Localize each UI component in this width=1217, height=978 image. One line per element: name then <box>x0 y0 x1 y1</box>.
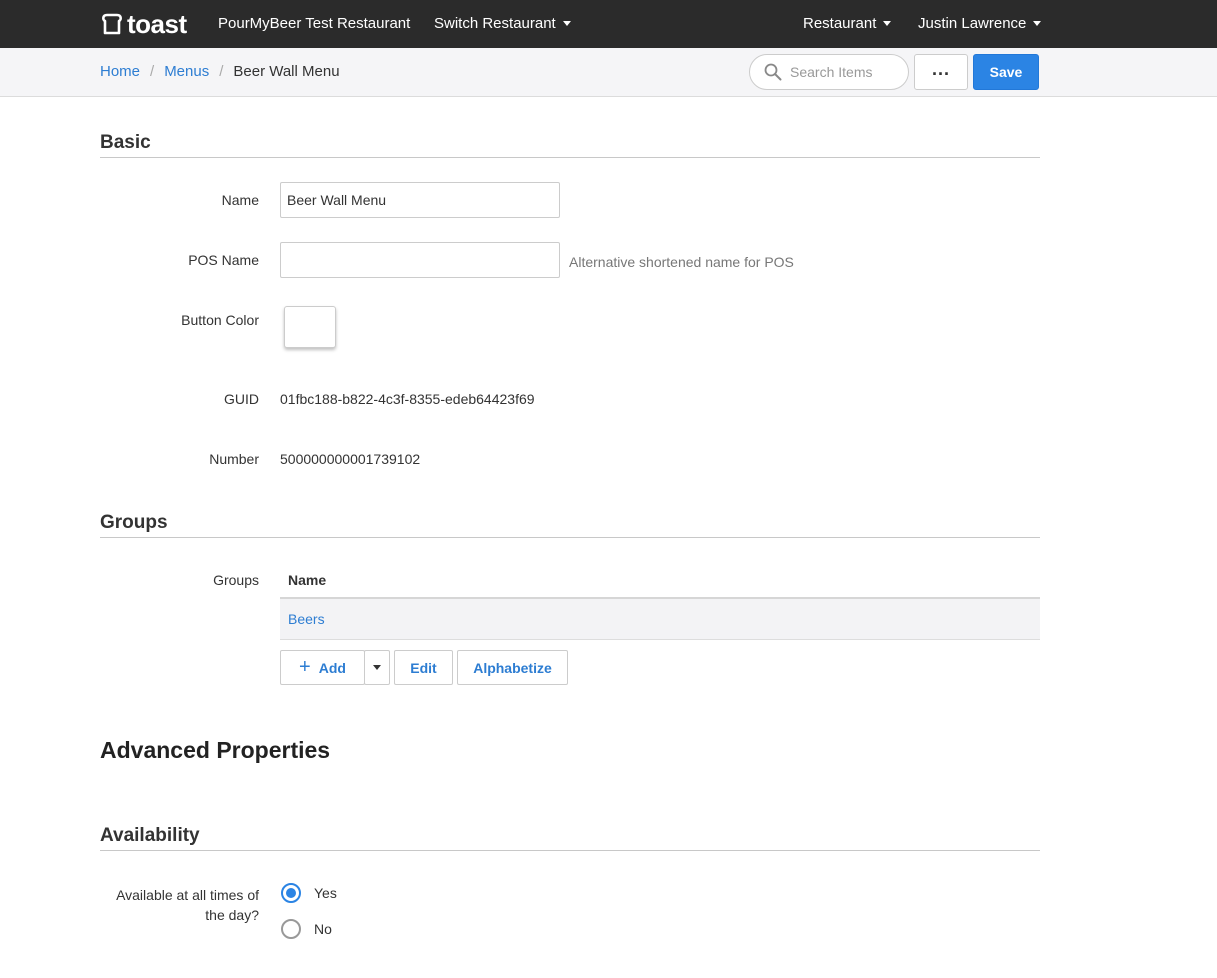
search-box[interactable] <box>749 54 909 90</box>
guid-label: GUID <box>224 391 259 407</box>
groups-section-title: Groups <box>100 512 168 533</box>
breadcrumb-separator: / <box>219 63 224 80</box>
breadcrumb-separator: / <box>150 63 155 80</box>
availability-question-line2: the day? <box>205 907 259 923</box>
radio-option-no[interactable]: No <box>281 919 332 939</box>
edit-groups-button[interactable]: Edit <box>394 650 453 685</box>
radio-button-yes[interactable] <box>281 883 301 903</box>
breadcrumb-current: Beer Wall Menu <box>233 63 340 80</box>
button-color-label: Button Color <box>181 312 259 328</box>
more-options-button[interactable]: ... <box>914 54 968 90</box>
groups-table: Name Beers <box>280 562 1040 640</box>
restaurant-dropdown[interactable]: Restaurant <box>803 0 892 48</box>
breadcrumb-home[interactable]: Home <box>100 63 140 80</box>
breadcrumb-menus[interactable]: Menus <box>164 63 209 80</box>
chevron-down-icon <box>1033 20 1042 26</box>
table-row: Beers <box>280 599 1040 640</box>
basic-section-title: Basic <box>100 132 151 153</box>
add-group-button[interactable]: + Add <box>280 650 365 685</box>
number-value: 500000000001739102 <box>280 451 421 467</box>
availability-section-title: Availability <box>100 825 200 846</box>
user-dropdown[interactable]: Justin Lawrence <box>918 0 1042 48</box>
column-header-name: Name <box>280 562 1040 599</box>
availability-question-label: Available at all times of the day? <box>116 885 259 925</box>
number-label: Number <box>209 451 259 467</box>
alphabetize-button[interactable]: Alphabetize <box>457 650 568 685</box>
pos-name-input[interactable] <box>280 242 560 278</box>
radio-label-no: No <box>314 921 332 937</box>
radio-button-no[interactable] <box>281 919 301 939</box>
chevron-down-icon <box>562 20 571 26</box>
button-color-picker[interactable] <box>284 306 336 348</box>
logo-text: toast <box>127 9 187 39</box>
plus-icon: + <box>299 655 311 678</box>
search-icon <box>764 63 782 81</box>
toast-logo[interactable]: toast <box>100 9 187 39</box>
restaurant-name-link[interactable]: PourMyBeer Test Restaurant <box>218 0 410 48</box>
page-header-bar: Home / Menus / Beer Wall Menu ... Save <box>0 48 1217 97</box>
name-input[interactable] <box>280 182 560 218</box>
name-label: Name <box>221 192 259 208</box>
toast-logo-icon <box>102 13 122 35</box>
chevron-down-icon <box>373 665 381 670</box>
availability-question-line1: Available at all times of <box>116 887 259 903</box>
chevron-down-icon <box>883 20 892 26</box>
radio-label-yes: Yes <box>314 885 337 901</box>
guid-value: 01fbc188-b822-4c3f-8355-edeb64423f69 <box>280 391 535 407</box>
pos-name-label: POS Name <box>188 252 259 268</box>
search-input[interactable] <box>790 63 902 81</box>
section-divider <box>100 850 1040 851</box>
switch-restaurant-label: Switch Restaurant <box>434 15 556 32</box>
breadcrumb: Home / Menus / Beer Wall Menu <box>100 48 340 96</box>
user-name: Justin Lawrence <box>918 15 1027 32</box>
pos-name-hint: Alternative shortened name for POS <box>569 254 794 270</box>
group-link-beers[interactable]: Beers <box>288 611 325 627</box>
switch-restaurant-dropdown[interactable]: Switch Restaurant <box>434 0 571 48</box>
save-button[interactable]: Save <box>973 54 1039 90</box>
advanced-properties-title: Advanced Properties <box>100 737 331 763</box>
add-label: Add <box>318 659 346 676</box>
groups-label: Groups <box>213 572 259 588</box>
section-divider <box>100 157 1040 158</box>
restaurant-menu-label: Restaurant <box>803 15 877 32</box>
top-navbar: toast PourMyBeer Test Restaurant Switch … <box>0 0 1217 48</box>
add-options-dropdown[interactable] <box>364 650 390 685</box>
radio-option-yes[interactable]: Yes <box>281 883 337 903</box>
section-divider <box>100 537 1040 538</box>
